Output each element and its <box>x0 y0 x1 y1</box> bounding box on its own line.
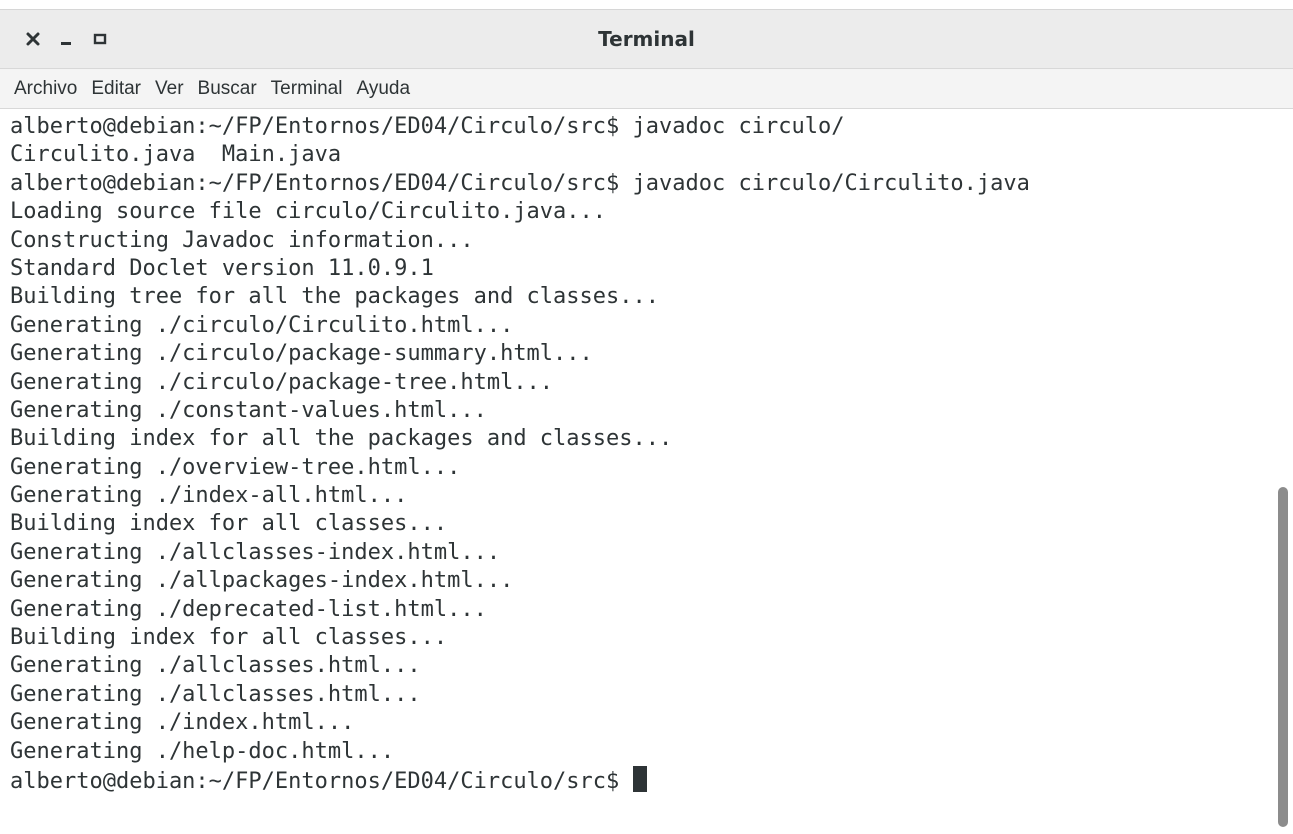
terminal-line: Generating ./circulo/Circulito.html... <box>10 312 514 338</box>
menu-editar[interactable]: Editar <box>85 69 147 108</box>
terminal-line: alberto@debian:~/FP/Entornos/ED04/Circul… <box>10 170 1030 196</box>
terminal-line: Generating ./index.html... <box>10 710 355 736</box>
terminal-line: Building tree for all the packages and c… <box>10 284 660 310</box>
terminal-prompt-line[interactable]: alberto@debian:~/FP/Entornos/ED04/Circul… <box>10 765 1274 794</box>
vertical-scrollbar[interactable] <box>1274 109 1293 834</box>
terminal-line: Generating ./deprecated-list.html... <box>10 596 487 622</box>
terminal-line: Generating ./allpackages-index.html... <box>10 568 514 594</box>
terminal-line: Circulito.java Main.java <box>10 142 342 168</box>
terminal-line: Generating ./index-all.html... <box>10 483 408 509</box>
terminal-line: Building index for all classes... <box>10 511 448 537</box>
menu-ayuda[interactable]: Ayuda <box>350 69 416 108</box>
terminal-output[interactable]: alberto@debian:~/FP/Entornos/ED04/Circul… <box>0 109 1274 834</box>
window-title: Terminal <box>598 27 695 51</box>
terminal-line: Generating ./allclasses.html... <box>10 681 421 707</box>
terminal-window: Terminal Archivo Editar Ver Buscar Termi… <box>0 0 1293 834</box>
terminal-line: Constructing Javadoc information... <box>10 227 474 253</box>
scrollbar-thumb[interactable] <box>1278 487 1288 827</box>
terminal-line: Generating ./constant-values.html... <box>10 397 487 423</box>
menu-archivo[interactable]: Archivo <box>8 69 83 108</box>
terminal-line: alberto@debian:~/FP/Entornos/ED04/Circul… <box>10 114 845 139</box>
terminal-line: Building index for all the packages and … <box>10 426 673 452</box>
terminal-prompt: alberto@debian:~/FP/Entornos/ED04/Circul… <box>10 768 633 794</box>
terminal-line: Loading source file circulo/Circulito.ja… <box>10 199 607 225</box>
menu-bar: Archivo Editar Ver Buscar Terminal Ayuda <box>0 68 1293 109</box>
terminal-line: Generating ./allclasses-index.html... <box>10 539 501 565</box>
menu-buscar[interactable]: Buscar <box>192 69 263 108</box>
title-bar[interactable]: Terminal <box>0 9 1293 68</box>
menu-terminal[interactable]: Terminal <box>265 69 349 108</box>
terminal-line: Generating ./circulo/package-summary.htm… <box>10 341 593 367</box>
menu-ver[interactable]: Ver <box>149 69 190 108</box>
terminal-line: Generating ./circulo/package-tree.html..… <box>10 369 554 395</box>
terminal-line: Generating ./help-doc.html... <box>10 738 395 764</box>
terminal-line: Generating ./allclasses.html... <box>10 653 421 679</box>
terminal-lines: alberto@debian:~/FP/Entornos/ED04/Circul… <box>0 109 1274 794</box>
text-cursor <box>632 765 647 792</box>
terminal-line: Generating ./overview-tree.html... <box>10 454 461 480</box>
terminal-line: Building index for all classes... <box>10 625 448 651</box>
terminal-line: Standard Doclet version 11.0.9.1 <box>10 255 434 281</box>
